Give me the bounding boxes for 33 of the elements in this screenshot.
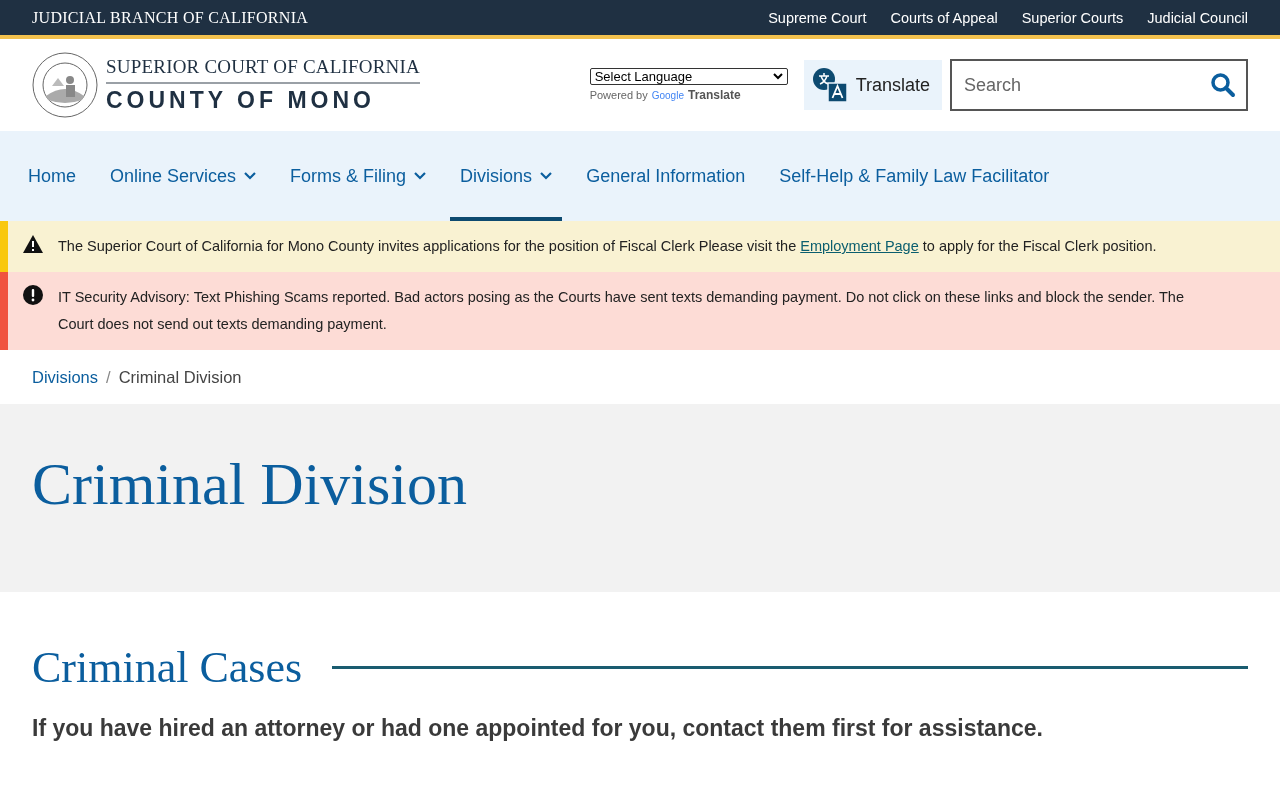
exclamation-icon: [22, 284, 44, 306]
warning-icon: [22, 233, 44, 255]
top-link[interactable]: Supreme Court: [768, 9, 867, 26]
page-title: Criminal Division: [32, 450, 467, 519]
nav-item[interactable]: Forms & Filing: [280, 131, 437, 221]
alert-message: The Superior Court of California for Mono County invites applications for the position of Fiscal Clerk Please visit the Employment Page to apply for the Fiscal Clerk position.: [58, 237, 1157, 256]
breadcrumb-link[interactable]: Divisions: [32, 367, 99, 387]
top-link[interactable]: Courts of Appeal: [890, 9, 998, 26]
county-name: COUNTY OF MONO: [106, 86, 376, 114]
branch-title: JUDICIAL BRANCH OF CALIFORNIA: [32, 8, 309, 27]
lead-text: If you have hired an attorney or had one appointed for you, contact them first for assistance.: [32, 715, 1044, 742]
nav-item[interactable]: General Information: [576, 131, 756, 221]
google-logo: Google: [651, 89, 684, 101]
translate-button[interactable]: Translate: [803, 60, 942, 110]
translate-label: Translate: [687, 88, 741, 102]
section-heading: Criminal Cases: [32, 642, 303, 693]
court-name: SUPERIOR COURT OF CALIFORNIA: [106, 56, 420, 84]
breadcrumb-separator: /: [106, 367, 111, 387]
top-link[interactable]: Judicial Council: [1147, 9, 1248, 26]
nav-item[interactable]: Online Services: [100, 131, 267, 221]
alert-message: IT Security Advisory: Text Phishing Scams reported. Bad actors posing as the Courts have sent texts demanding payment. Do not click on these links and block the sender. The Court does not send out texts demanding payment.: [58, 288, 1185, 334]
search-field[interactable]: Search: [950, 59, 1248, 111]
nav-item[interactable]: Home: [18, 131, 86, 221]
translate-icon: [811, 67, 848, 103]
search-icon[interactable]: [1210, 72, 1236, 98]
seal-icon: [32, 52, 98, 118]
nav-item[interactable]: Self-Help & Family Law Facilitator: [769, 131, 1060, 221]
alert-link[interactable]: Employment Page: [800, 238, 919, 254]
breadcrumb-current: Criminal Division: [118, 367, 242, 387]
top-link[interactable]: Superior Courts: [1021, 9, 1124, 26]
caret-icon: [772, 73, 783, 80]
powered-by-text: Powered by: [589, 89, 648, 101]
language-select[interactable]: Select Language: [589, 68, 788, 85]
